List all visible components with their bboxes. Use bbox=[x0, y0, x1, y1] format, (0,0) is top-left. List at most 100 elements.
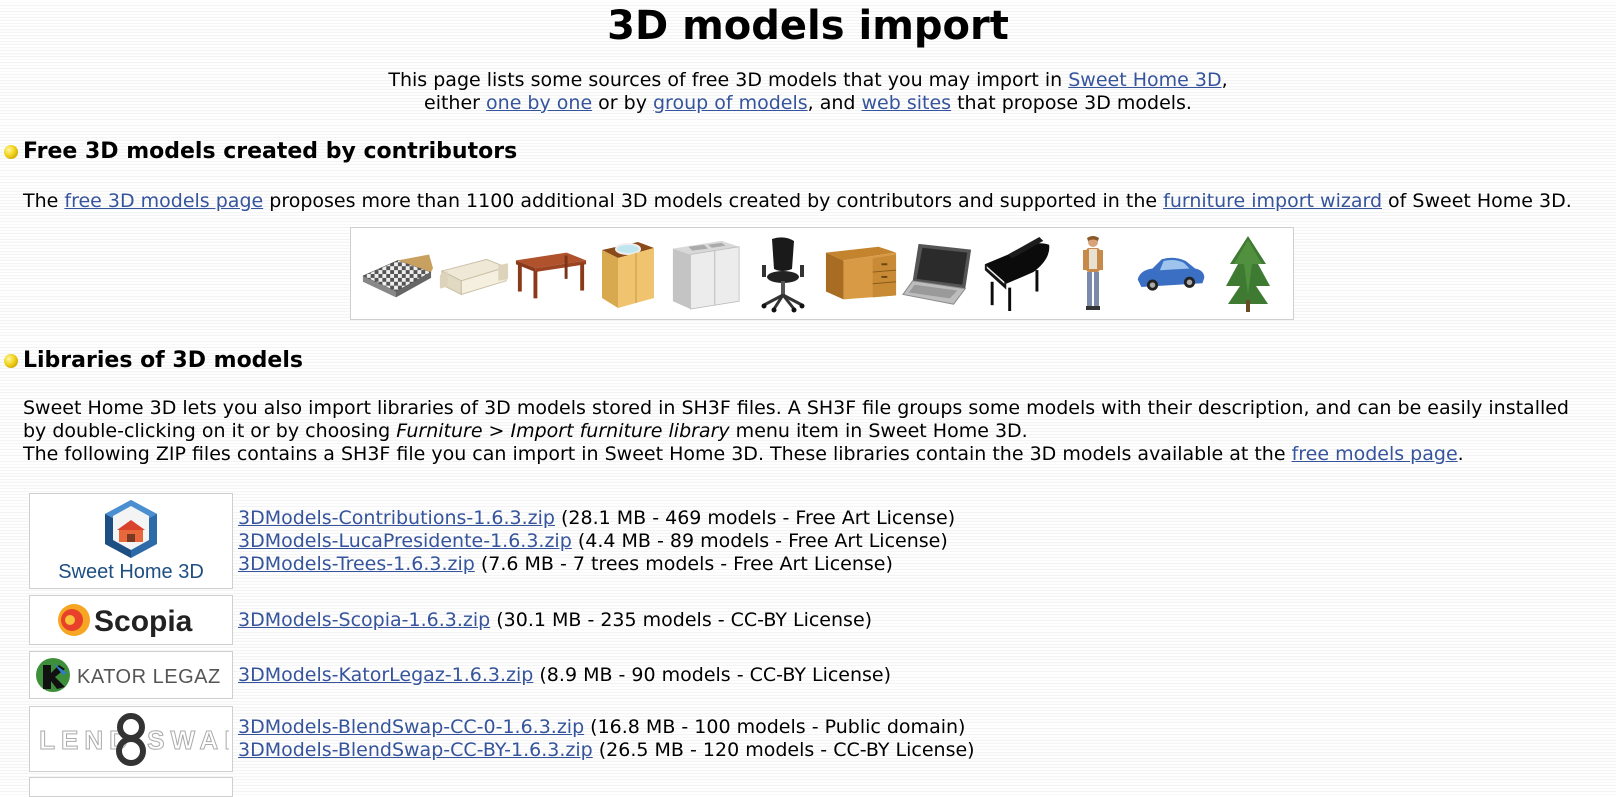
group-of-models-link[interactable]: group of models bbox=[653, 92, 808, 114]
scopia-logo-graphic: Scopia bbox=[58, 604, 193, 638]
section-heading-text: Libraries of 3D models bbox=[23, 348, 303, 373]
free-3d-models-page-link[interactable]: free 3D models page bbox=[64, 190, 263, 212]
page-title: 3D models import bbox=[607, 3, 1009, 49]
desk-thumbnail[interactable] bbox=[824, 234, 898, 314]
library-file-info: (4.4 MB - 89 models - Free Art License) bbox=[571, 529, 948, 552]
scopia-logo[interactable]: Scopia bbox=[29, 595, 233, 645]
section-heading-libraries: Libraries of 3D models bbox=[0, 347, 303, 375]
intro-text-segment: or by bbox=[592, 92, 653, 114]
library-row-kator-legaz: KATOR LEGAZ 3DModels-KatorLegaz-1.6.3.zi… bbox=[29, 651, 891, 699]
tree-icon bbox=[1226, 235, 1271, 312]
laptop-icon bbox=[902, 243, 972, 305]
bed-icon bbox=[362, 254, 433, 297]
man-thumbnail[interactable] bbox=[1056, 234, 1130, 314]
libraries-paragraph-2: The following ZIP files contains a SH3F … bbox=[23, 443, 1603, 466]
paragraph-text: The bbox=[23, 190, 65, 212]
scopia-logo-text: Scopia bbox=[94, 605, 193, 638]
grand-piano-thumbnail[interactable] bbox=[979, 234, 1053, 314]
download-lucapresidente-link[interactable]: 3DModels-LucaPresidente-1.6.3.zip bbox=[238, 530, 572, 552]
library-logo-partial[interactable] bbox=[29, 777, 233, 797]
intro-text-segment: This page lists some sources of free 3D … bbox=[388, 69, 1069, 91]
tree-thumbnail[interactable] bbox=[1211, 234, 1285, 314]
bathroom-cabinet-icon bbox=[602, 241, 655, 308]
library-files-blend-swap: 3DModels-BlendSwap-CC-0-1.6.3.zip (16.8 … bbox=[238, 716, 975, 762]
download-blendswap-cc0-link[interactable]: 3DModels-BlendSwap-CC-0-1.6.3.zip bbox=[238, 716, 584, 738]
free-models-page-link[interactable]: free models page bbox=[1292, 443, 1458, 465]
kator-legaz-logo[interactable]: KATOR LEGAZ bbox=[29, 651, 233, 699]
kator-legaz-logo-text: KATOR LEGAZ bbox=[77, 666, 221, 688]
blend-swap-logo[interactable]: BLEND SWAP bbox=[29, 706, 233, 772]
sofa-thumbnail[interactable] bbox=[436, 234, 510, 314]
intro-text-segment: that propose 3D models. bbox=[951, 92, 1192, 114]
library-files-scopia: 3DModels-Scopia-1.6.3.zip (30.1 MB - 235… bbox=[238, 609, 872, 632]
library-file-info: (8.9 MB - 90 models - CC-BY License) bbox=[533, 663, 892, 686]
library-file-item: 3DModels-Trees-1.6.3.zip (7.6 MB - 7 tre… bbox=[238, 553, 955, 576]
sweet-home-3d-link[interactable]: Sweet Home 3D bbox=[1068, 69, 1221, 91]
free-models-paragraph: The free 3D models page proposes more th… bbox=[23, 190, 1603, 213]
bed-thumbnail[interactable] bbox=[359, 234, 433, 314]
one-by-one-link[interactable]: one by one bbox=[486, 92, 592, 114]
intro-line-1: This page lists some sources of free 3D … bbox=[0, 69, 1616, 92]
library-files-kator-legaz: 3DModels-KatorLegaz-1.6.3.zip (8.9 MB - … bbox=[238, 664, 891, 687]
laptop-thumbnail[interactable] bbox=[901, 234, 975, 314]
intro-text-segment: , bbox=[1221, 69, 1228, 91]
libraries-paragraph-1: Sweet Home 3D lets you also import libra… bbox=[23, 397, 1593, 443]
bullet-icon bbox=[4, 145, 18, 159]
paragraph-text: proposes more than 1100 additional 3D mo… bbox=[263, 190, 1164, 212]
section-heading-text: Free 3D models created by contributors bbox=[23, 139, 518, 164]
library-file-info: (28.1 MB - 469 models - Free Art License… bbox=[554, 506, 956, 529]
library-file-info: (26.5 MB - 120 models - CC-BY License) bbox=[592, 739, 975, 761]
table-thumbnail[interactable] bbox=[514, 234, 588, 314]
library-file-info: (7.6 MB - 7 trees models - Free Art Lice… bbox=[474, 552, 893, 575]
download-contributions-link[interactable]: 3DModels-Contributions-1.6.3.zip bbox=[238, 507, 555, 529]
download-scopia-link[interactable]: 3DModels-Scopia-1.6.3.zip bbox=[238, 609, 490, 631]
intro-text-segment: either bbox=[424, 92, 487, 114]
download-katorlegaz-link[interactable]: 3DModels-KatorLegaz-1.6.3.zip bbox=[238, 664, 533, 686]
paragraph-text: The following ZIP files contains a SH3F … bbox=[23, 443, 1292, 465]
free-models-gallery[interactable] bbox=[350, 227, 1294, 320]
library-file-item: 3DModels-LucaPresidente-1.6.3.zip (4.4 M… bbox=[238, 530, 955, 553]
paragraph-text: . bbox=[1457, 443, 1464, 465]
library-file-item: 3DModels-Scopia-1.6.3.zip (30.1 MB - 235… bbox=[238, 609, 872, 632]
paragraph-text: menu item in Sweet Home 3D. bbox=[729, 420, 1028, 442]
kitchen-sink-cabinet-thumbnail[interactable] bbox=[669, 234, 743, 314]
library-row-sweet-home-3d: Sweet Home 3D 3DModels-Contributions-1.6… bbox=[29, 493, 955, 589]
grand-piano-icon bbox=[984, 236, 1050, 311]
download-trees-link[interactable]: 3DModels-Trees-1.6.3.zip bbox=[238, 553, 475, 575]
sweet-home-3d-logo-graphic: Sweet Home 3D bbox=[58, 500, 204, 583]
download-blendswap-ccby-link[interactable]: 3DModels-BlendSwap-CC-BY-1.6.3.zip bbox=[238, 739, 593, 761]
intro-line-2: either one by one or by group of models,… bbox=[0, 92, 1616, 115]
library-file-item: 3DModels-KatorLegaz-1.6.3.zip (8.9 MB - … bbox=[238, 664, 891, 687]
bullet-icon bbox=[4, 354, 18, 368]
furniture-import-wizard-link[interactable]: furniture import wizard bbox=[1163, 190, 1382, 212]
library-file-item: 3DModels-BlendSwap-CC-0-1.6.3.zip (16.8 … bbox=[238, 716, 975, 739]
blend-swap-logo-graphic: BLEND SWAP bbox=[33, 713, 229, 766]
office-chair-thumbnail[interactable] bbox=[746, 234, 820, 314]
man-figure-icon bbox=[1083, 235, 1104, 310]
kator-legaz-logo-graphic: KATOR LEGAZ bbox=[36, 658, 221, 692]
sweet-home-3d-logo-text: Sweet Home 3D bbox=[58, 561, 204, 583]
web-sites-link[interactable]: web sites bbox=[862, 92, 952, 114]
paragraph-text: of Sweet Home 3D. bbox=[1382, 190, 1572, 212]
library-row-next-partial bbox=[29, 777, 233, 797]
car-icon bbox=[1137, 257, 1205, 291]
library-files-sweet-home-3d: 3DModels-Contributions-1.6.3.zip (28.1 M… bbox=[238, 507, 955, 576]
library-file-info: (30.1 MB - 235 models - CC-BY License) bbox=[490, 608, 873, 631]
menu-path-text: Furniture > Import furniture library bbox=[396, 420, 730, 442]
sofa-icon bbox=[440, 258, 509, 295]
library-file-item: 3DModels-Contributions-1.6.3.zip (28.1 M… bbox=[238, 507, 955, 530]
table-icon bbox=[515, 252, 586, 298]
blend-swap-eight-icon bbox=[116, 713, 146, 766]
kitchen-sink-cabinet-icon bbox=[672, 240, 740, 310]
intro-text: This page lists some sources of free 3D … bbox=[0, 69, 1616, 115]
library-file-item: 3DModels-BlendSwap-CC-BY-1.6.3.zip (26.5… bbox=[238, 739, 975, 762]
bathroom-cabinet-thumbnail[interactable] bbox=[591, 234, 665, 314]
sweet-home-3d-logo[interactable]: Sweet Home 3D bbox=[29, 493, 233, 589]
section-heading-free-models: Free 3D models created by contributors bbox=[0, 138, 517, 166]
library-row-scopia: Scopia 3DModels-Scopia-1.6.3.zip (30.1 M… bbox=[29, 595, 872, 645]
library-row-blend-swap: BLEND SWAP 3DModels-BlendSwap-CC-0-1.6.3… bbox=[29, 706, 975, 772]
library-file-info: (16.8 MB - 100 models - Public domain) bbox=[584, 716, 966, 738]
desk-icon bbox=[825, 246, 896, 299]
car-thumbnail[interactable] bbox=[1134, 234, 1208, 314]
intro-text-segment: , and bbox=[807, 92, 862, 114]
